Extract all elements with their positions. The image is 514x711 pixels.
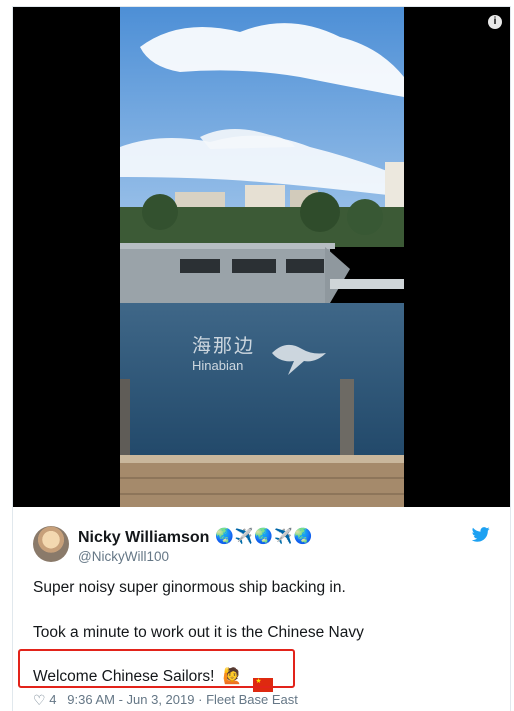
watermark-logo-icon <box>272 344 326 375</box>
tweet-card[interactable]: 海那边 Hinabian i Nicky Williamson 🌏✈️🌏✈️🌏 … <box>12 6 511 711</box>
tweet-body: Nicky Williamson 🌏✈️🌏✈️🌏 @NickyWill100 S… <box>13 507 510 711</box>
video-thumbnail <box>120 7 404 507</box>
avatar[interactable] <box>33 526 69 562</box>
watermark-chinese-text: 海那边 <box>192 336 256 357</box>
video-watermark: 海那边 Hinabian <box>192 337 255 372</box>
timestamp[interactable]: 9:36 AM - Jun 3, 2019 <box>67 692 194 707</box>
highlight-box <box>18 649 295 688</box>
video-frame[interactable]: 海那边 Hinabian <box>120 7 404 507</box>
watermark-english-text: Hinabian <box>192 358 244 373</box>
tweet-text-line-1: Super noisy super ginormous ship backing… <box>33 579 346 596</box>
twitter-bird-icon[interactable] <box>472 527 490 542</box>
heart-icon[interactable]: ♡ <box>33 692 46 709</box>
like-count[interactable]: 4 <box>49 692 56 707</box>
author-name[interactable]: Nicky Williamson <box>78 529 209 547</box>
location[interactable]: Fleet Base East <box>206 692 298 707</box>
video-player[interactable]: 海那边 Hinabian i <box>13 7 510 507</box>
meta-separator: · <box>198 692 203 707</box>
info-icon[interactable]: i <box>488 15 502 29</box>
tweet-text-line-2: Took a minute to work out it is the Chin… <box>33 624 364 641</box>
author-name-emoji: 🌏✈️🌏✈️🌏 <box>215 528 314 545</box>
author-handle[interactable]: @NickyWill100 <box>78 549 169 564</box>
tweet-meta: ♡ 4 9:36 AM - Jun 3, 2019 · Fleet Base E… <box>33 692 298 709</box>
